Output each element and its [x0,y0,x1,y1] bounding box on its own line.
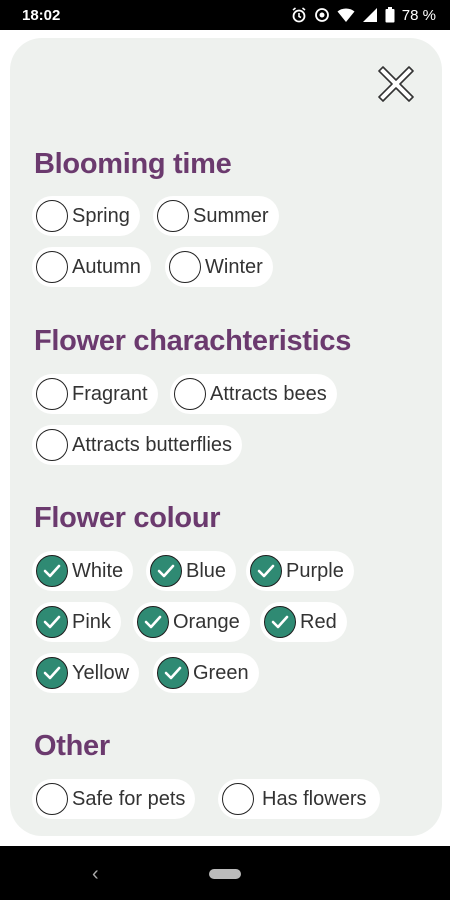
option-autumn[interactable]: Autumn [32,247,151,287]
option-label: Summer [193,204,269,227]
app-screen: Blooming time Spring Summer Autumn Winte… [0,30,450,846]
option-pink[interactable]: Pink [32,602,121,642]
option-orange[interactable]: Orange [133,602,250,642]
check-icon [36,606,68,638]
option-label: White [72,559,124,582]
alarm-icon [292,7,306,23]
option-label: Yellow [72,661,130,684]
battery-icon [385,7,395,23]
option-safe-for-pets[interactable]: Safe for pets [32,779,196,819]
radio-unchecked-icon [36,378,68,410]
check-icon [36,657,68,689]
section-title-other: Other [34,730,110,762]
option-has-flowers[interactable]: Has flowers [218,779,381,819]
status-icons: 78 % [291,7,436,24]
status-bar: 18:02 78 % [0,0,450,30]
option-fragrant[interactable]: Fragrant [32,374,158,414]
option-blue[interactable]: Blue [146,551,237,591]
option-label: Has flowers [262,787,367,810]
option-label: Attracts bees [210,382,327,405]
option-white[interactable]: White [32,551,134,591]
radio-unchecked-icon [174,378,206,410]
option-label: Spring [72,204,130,227]
signal-icon [362,8,377,22]
data-saver-icon [314,8,329,22]
check-icon [150,555,182,587]
check-icon [157,657,189,689]
option-label: Purple [286,559,344,582]
option-label: Green [193,661,249,684]
option-label: Orange [173,610,240,633]
option-winter[interactable]: Winter [165,247,273,287]
radio-unchecked-icon [157,200,189,232]
option-label: Pink [72,610,111,633]
section-title-characteristics: Flower charachteristics [34,325,352,357]
back-icon[interactable]: ‹ [92,863,99,886]
navigation-bar: ‹ [0,846,450,900]
option-label: Red [300,610,337,633]
radio-unchecked-icon [222,783,254,815]
option-label: Safe for pets [72,787,186,810]
filter-panel: Blooming time Spring Summer Autumn Winte… [10,38,442,836]
radio-unchecked-icon [36,251,68,283]
option-label: Fragrant [72,382,148,405]
option-attracts-butterflies[interactable]: Attracts butterflies [32,425,243,465]
radio-unchecked-icon [36,200,68,232]
radio-unchecked-icon [169,251,201,283]
option-green[interactable]: Green [153,653,259,693]
option-label: Attracts butterflies [72,433,233,456]
option-spring[interactable]: Spring [32,196,140,236]
check-icon [137,606,169,638]
wifi-icon [337,8,355,22]
option-purple[interactable]: Purple [246,551,354,591]
radio-unchecked-icon [36,783,68,815]
check-icon [250,555,282,587]
section-title-colour: Flower colour [34,502,221,534]
close-button[interactable] [374,62,418,106]
home-button[interactable] [209,869,241,879]
option-label: Blue [186,559,227,582]
status-time: 18:02 [22,6,61,24]
option-attracts-bees[interactable]: Attracts bees [170,374,337,414]
option-label: Autumn [72,255,141,278]
check-icon [36,555,68,587]
option-yellow[interactable]: Yellow [32,653,140,693]
close-icon [378,66,414,102]
section-title-blooming: Blooming time [34,148,232,180]
check-icon [264,606,296,638]
option-summer[interactable]: Summer [153,196,279,236]
battery-level: 78 % [401,6,436,24]
radio-unchecked-icon [36,429,68,461]
option-label: Winter [205,255,263,278]
option-red[interactable]: Red [260,602,347,642]
